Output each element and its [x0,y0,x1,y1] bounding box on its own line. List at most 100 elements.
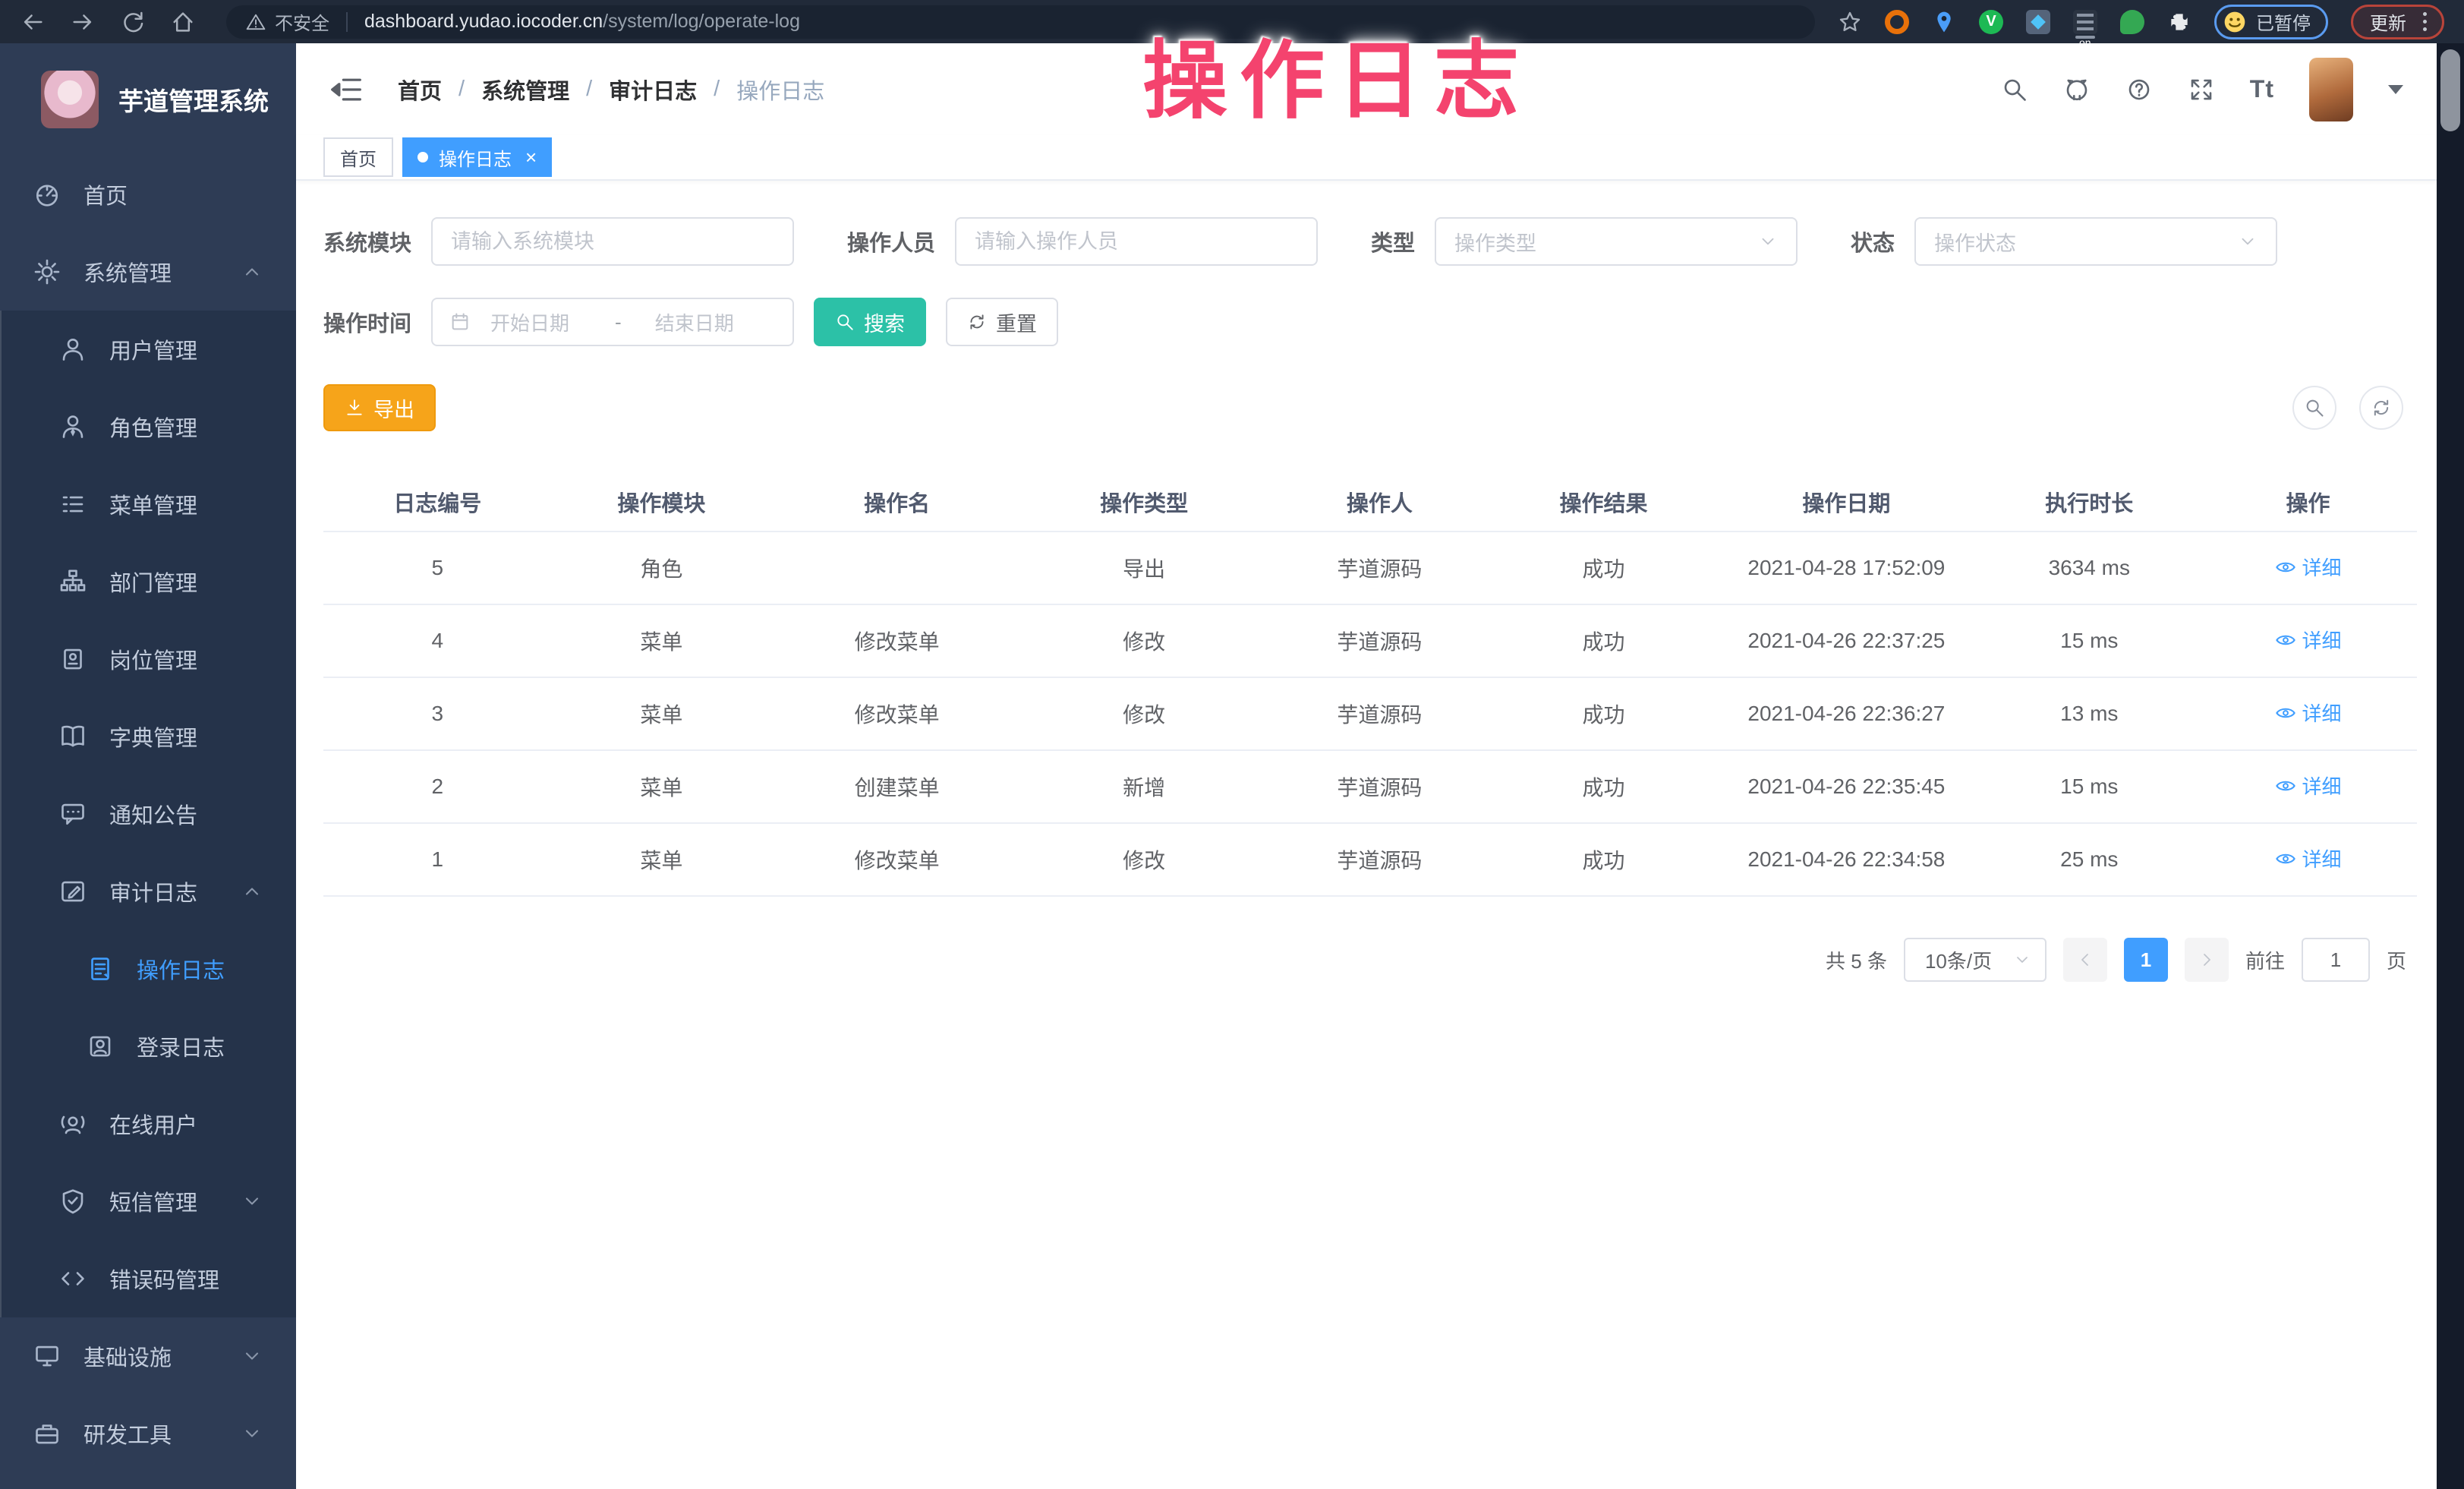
login-log-icon [87,1033,114,1060]
not-secure-warning-icon [246,12,266,32]
table-cell: 芋道源码 [1265,750,1494,823]
table-cell: 25 ms [1980,823,2200,896]
table-cell: 5 [323,532,552,604]
sidebar-item-login-log[interactable]: 登录日志 [0,1008,296,1085]
table-cell-actions: 详细 [2199,677,2417,750]
extension-pin-icon[interactable] [1932,10,1956,34]
extension-green-icon[interactable] [2120,10,2144,34]
table-cell: 成功 [1494,750,1714,823]
column-header: 操作类型 [1022,472,1265,532]
bookmark-star-icon[interactable] [1838,10,1862,34]
extension-v-icon[interactable]: V [1979,10,2003,34]
tag-operate-log[interactable]: 操作日志 × [402,137,552,177]
type-select[interactable]: 操作类型 [1435,217,1798,266]
sidebar-item-errcode[interactable]: 错误码管理 [0,1240,296,1317]
sidebar-item-sms[interactable]: 短信管理 [0,1162,296,1240]
browser-back-icon[interactable] [20,9,46,35]
column-header: 操作名 [771,472,1022,532]
sidebar-item-notice[interactable]: 通知公告 [0,775,296,853]
browser-forward-icon[interactable] [70,9,96,35]
breadcrumb-system[interactable]: 系统管理 [481,74,569,106]
search-button[interactable]: 搜索 [814,298,926,346]
sidebar-item-label: 操作日志 [137,953,225,985]
sidebar-item-home[interactable]: 首页 [0,156,296,233]
app-logo[interactable]: 芋道管理系统 [0,43,296,148]
table-header: 日志编号操作模块操作名操作类型操作人操作结果操作日期执行时长操作 [323,472,2417,532]
sidebar-item-label: 字典管理 [109,721,197,752]
export-button[interactable]: 导出 [323,384,436,431]
font-size-icon[interactable]: Tt [2250,75,2274,103]
extension-server-icon[interactable]: on [2073,10,2097,34]
breadcrumb-current: 操作日志 [736,74,824,106]
not-secure-label: 不安全 [275,8,329,35]
detail-link[interactable]: 详细 [2275,553,2342,581]
end-date-placeholder: 结束日期 [655,308,734,336]
tag-home[interactable]: 首页 [323,137,393,177]
extension-orange-icon[interactable] [1885,10,1909,34]
sidebar-item-devtool[interactable]: 研发工具 [0,1395,296,1472]
browser-home-icon[interactable] [170,9,196,35]
page-size-select[interactable]: 10条/页 [1904,938,2047,982]
goto-page-input[interactable] [2302,938,2370,982]
page-scrollbar[interactable] [2437,43,2464,1489]
sidebar-item-audit[interactable]: 审计日志 [0,853,296,930]
sidebar-item-dict[interactable]: 字典管理 [0,698,296,775]
extension-puzzle-icon[interactable] [2167,10,2191,34]
next-page-button[interactable] [2185,938,2229,982]
chevron-down-icon [241,1423,263,1444]
detail-link[interactable]: 详细 [2275,771,2342,800]
table-cell: 修改菜单 [771,677,1022,750]
edit-icon [59,878,87,905]
scrollbar-thumb[interactable] [2440,49,2460,131]
avatar-caret-down-icon[interactable] [2388,85,2403,94]
detail-link[interactable]: 详细 [2275,844,2342,872]
sidebar-item-online-user[interactable]: 在线用户 [0,1085,296,1162]
sidebar-item-role[interactable]: 角色管理 [0,388,296,465]
detail-link[interactable]: 详细 [2275,699,2342,727]
reset-button[interactable]: 重置 [946,298,1058,346]
date-range-picker[interactable]: 开始日期 - 结束日期 [431,298,794,346]
tag-close-icon[interactable]: × [525,147,537,167]
chevron-down-icon [2238,232,2258,251]
extension-gem-icon[interactable] [2026,10,2050,34]
column-header: 操作人 [1265,472,1494,532]
refresh-table-button[interactable] [2359,386,2403,430]
sidebar-item-infra[interactable]: 基础设施 [0,1317,296,1395]
sidebar-item-system[interactable]: 系统管理 [0,233,296,311]
table-cell: 成功 [1494,823,1714,896]
breadcrumb-separator: / [586,77,592,102]
fullscreen-icon[interactable] [2188,76,2215,103]
operator-input[interactable] [955,217,1318,266]
filter-row-1: 系统模块 操作人员 类型 操作类型 状态 操作状态 [323,217,2417,266]
address-bar[interactable]: 不安全 dashboard.yudao.iocoder.cn /system/l… [226,5,1815,39]
breadcrumb-audit[interactable]: 审计日志 [609,74,697,106]
status-select[interactable]: 操作状态 [1914,217,2277,266]
browser-menu-icon[interactable] [2420,9,2430,34]
sidebar-item-post[interactable]: 岗位管理 [0,620,296,698]
browser-update-button[interactable]: 更新 [2351,5,2444,39]
table-cell: 1 [323,823,552,896]
breadcrumb-home[interactable]: 首页 [398,74,442,106]
sidebar-item-dept[interactable]: 部门管理 [0,543,296,620]
current-page-button[interactable]: 1 [2124,938,2168,982]
chevron-up-icon [241,881,263,902]
toggle-search-button[interactable] [2292,386,2336,430]
sidebar-item-user[interactable]: 用户管理 [0,311,296,388]
sidebar-item-menu[interactable]: 菜单管理 [0,465,296,543]
table-cell: 修改菜单 [771,604,1022,677]
sidebar-item-label: 系统管理 [83,256,172,288]
sidebar-item-label: 基础设施 [83,1340,172,1372]
module-input[interactable] [431,217,794,266]
user-avatar[interactable] [2309,58,2353,121]
column-header: 操作模块 [552,472,772,532]
sidebar-item-operate-log[interactable]: 操作日志 [0,930,296,1008]
github-icon[interactable] [2063,76,2091,103]
detail-link[interactable]: 详细 [2275,626,2342,654]
prev-page-button[interactable] [2063,938,2107,982]
column-header: 操作结果 [1494,472,1714,532]
profile-paused-button[interactable]: 已暂停 [2214,5,2328,39]
browser-reload-icon[interactable] [120,9,146,35]
help-icon[interactable] [2125,76,2153,103]
sidebar-fold-icon[interactable] [329,73,363,106]
search-icon[interactable] [2001,76,2028,103]
